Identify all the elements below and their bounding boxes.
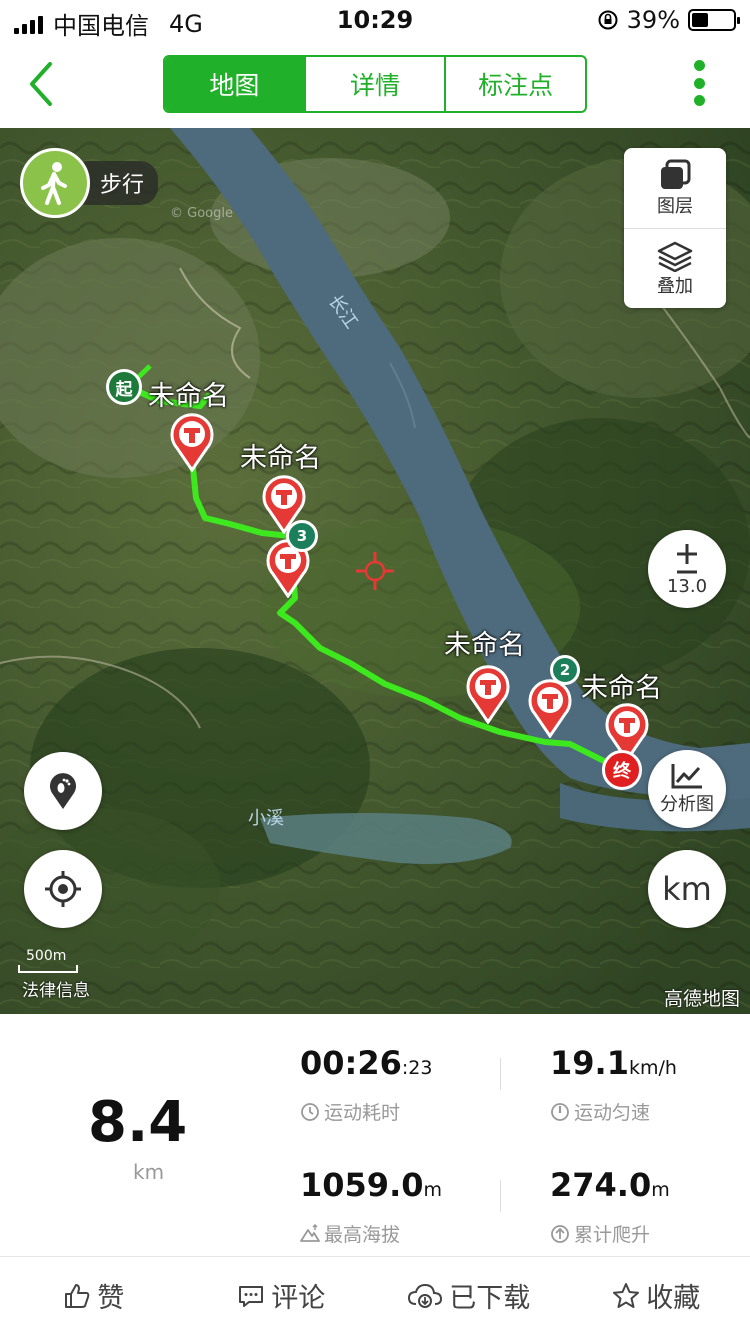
comment-label: 评论	[271, 1283, 326, 1314]
tab-details[interactable]: 详情	[306, 57, 447, 111]
crosshair-icon	[356, 552, 394, 590]
layers-panel: 图层 叠加	[624, 148, 726, 308]
waypoint-label: 未命名	[581, 673, 662, 704]
divider	[500, 1180, 501, 1212]
waypoint-pin-icon[interactable]	[465, 664, 511, 724]
climb-up-icon	[551, 1224, 569, 1243]
cloud-download-icon	[408, 1283, 443, 1308]
status-right: 39%	[597, 6, 740, 34]
altitude-stat: 1059.0m 最高海拔	[300, 1166, 442, 1247]
comment-icon	[239, 1285, 264, 1307]
nav-bar: 地图 详情 标注点	[0, 40, 750, 128]
speed-value: 19.1	[550, 1044, 629, 1082]
mountain-icon	[300, 1223, 320, 1242]
overlay-button[interactable]: 叠加	[624, 228, 726, 308]
stack-icon	[657, 241, 693, 272]
status-bar: 中国电信 4G 10:29 39%	[0, 0, 750, 40]
layers-button[interactable]: 图层	[624, 148, 726, 228]
waypoint-label: 未命名	[444, 630, 525, 661]
map-view[interactable]: 步行 © Google 图层 叠加 长江 小溪 起 未命名 未命名 未命名 未命…	[0, 128, 750, 1014]
activity-badge[interactable]: 步行	[20, 148, 159, 218]
altitude-value: 1059.0	[300, 1166, 424, 1204]
duration-seconds: :23	[401, 1057, 433, 1079]
start-marker[interactable]: 起	[106, 369, 142, 405]
speed-label: 运动匀速	[574, 1102, 651, 1124]
map-provider-logo: 高德地图	[663, 988, 740, 1010]
overlay-label: 叠加	[657, 275, 693, 297]
more-vertical-icon[interactable]	[692, 60, 706, 106]
waypoint-label: 未命名	[240, 443, 321, 474]
tab-map[interactable]: 地图	[165, 57, 306, 111]
duration-stat: 00:26:23 运动耗时	[300, 1044, 432, 1125]
zoom-level: 13.0	[666, 575, 708, 597]
analysis-label: 分析图	[660, 794, 714, 815]
walking-icon	[20, 148, 90, 218]
distance-unit: km	[133, 1160, 165, 1184]
locate-button[interactable]	[24, 850, 102, 928]
end-marker[interactable]: 终	[602, 750, 642, 790]
bottom-action-bar: 赞 评论 已下载 收藏	[0, 1256, 750, 1334]
analysis-button[interactable]: 分析图	[648, 750, 726, 828]
waypoint-pin-icon[interactable]	[169, 412, 215, 472]
comment-button[interactable]: 评论	[188, 1257, 376, 1334]
scale-bar	[18, 965, 78, 973]
waypoint-pin-icon[interactable]	[527, 678, 573, 738]
scale-label: 500m	[26, 948, 67, 964]
climb-unit: m	[651, 1179, 670, 1201]
legal-info-link[interactable]: 法律信息	[22, 976, 90, 1001]
km-marker: 2	[550, 655, 580, 685]
clock-icon	[301, 1102, 319, 1121]
segmented-tabs: 地图 详情 标注点	[163, 55, 587, 113]
locate-icon	[45, 871, 81, 907]
stats-panel: 8.4 km 00:26:23 运动耗时 19.1km/h 运动匀速 1059.…	[0, 1014, 750, 1256]
like-label: 赞	[97, 1283, 125, 1314]
divider	[500, 1058, 501, 1090]
layers-label: 图层	[657, 196, 693, 217]
download-button[interactable]: 已下载	[375, 1257, 563, 1334]
star-icon	[613, 1282, 640, 1308]
speed-stat: 19.1km/h 运动匀速	[550, 1044, 677, 1125]
distance-value: 8.4	[88, 1090, 188, 1155]
river-label-creek: 小溪	[248, 808, 284, 829]
climb-value: 274.0	[550, 1166, 652, 1204]
battery-icon	[688, 9, 740, 31]
thumbs-up-icon	[65, 1283, 90, 1308]
chart-line-icon	[671, 764, 702, 789]
footprint-pin-icon	[50, 773, 76, 809]
footprint-button[interactable]	[24, 752, 102, 830]
waypoint-label: 未命名	[148, 381, 229, 412]
battery-percent: 39%	[626, 6, 680, 34]
chevron-left-icon[interactable]	[22, 58, 62, 110]
favorite-button[interactable]: 收藏	[563, 1257, 750, 1334]
km-marker: 3	[286, 520, 318, 552]
like-button[interactable]: 赞	[0, 1257, 188, 1334]
unit-toggle-button[interactable]: km	[648, 850, 726, 928]
climb-stat: 274.0m 累计爬升	[550, 1166, 670, 1247]
map-watermark: © Google	[170, 206, 233, 221]
plus-minus-icon	[677, 543, 697, 573]
layers-icon	[661, 159, 691, 189]
speed-unit: km/h	[628, 1057, 677, 1079]
scale-indicator: 500m	[18, 948, 78, 973]
altitude-label: 最高海拔	[324, 1224, 401, 1246]
duration-value: 00:26	[300, 1044, 402, 1082]
climb-label: 累计爬升	[574, 1224, 651, 1246]
tab-markers[interactable]: 标注点	[446, 57, 585, 111]
download-label: 已下载	[449, 1283, 531, 1314]
speed-icon	[551, 1102, 569, 1121]
altitude-unit: m	[423, 1179, 442, 1201]
orientation-lock-icon	[598, 10, 618, 30]
duration-label: 运动耗时	[324, 1102, 401, 1124]
zoom-button[interactable]: 13.0	[648, 530, 726, 608]
favorite-label: 收藏	[646, 1283, 701, 1314]
